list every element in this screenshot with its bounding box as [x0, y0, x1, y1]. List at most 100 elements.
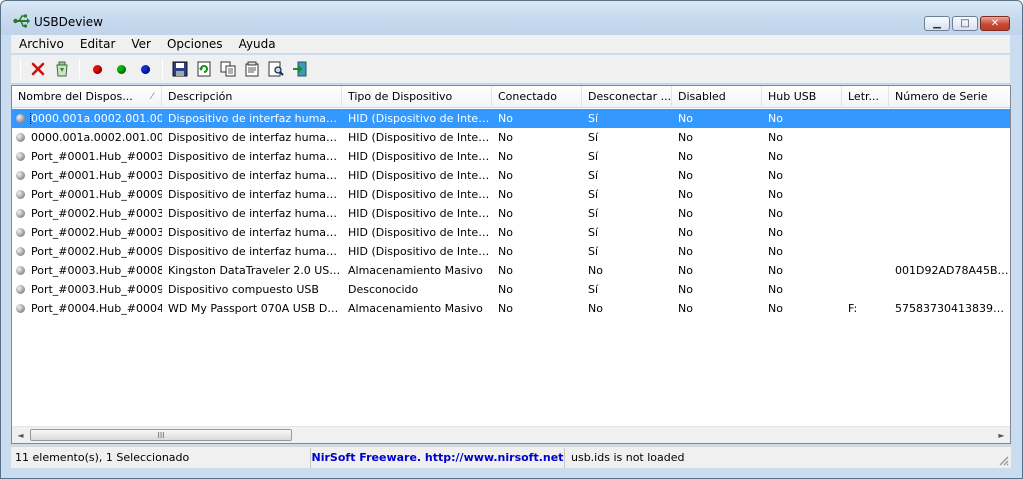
table-row[interactable]: Port_#0004.Hub_#0004 WD My Passport 070A … — [12, 299, 1010, 318]
recycle-icon[interactable] — [51, 58, 73, 80]
table-row[interactable]: 0000.001a.0002.001.00... Dispositivo de i… — [12, 128, 1010, 147]
cell-nombre: Port_#0002.Hub_#0003 — [12, 207, 162, 220]
column-header-letra[interactable]: Letr... — [842, 86, 889, 108]
cell-descripcion: Dispositivo de interfaz human... — [168, 150, 342, 163]
toolbar — [11, 55, 1010, 84]
menu-ayuda[interactable]: Ayuda — [231, 35, 284, 54]
cell-conectado: No — [498, 207, 513, 220]
cell-descripcion: Dispositivo de interfaz human... — [168, 207, 342, 220]
cell-desconectar: No — [588, 264, 603, 277]
cell-disabled: No — [678, 150, 693, 163]
cell-nombre: Port_#0003.Hub_#0008 — [12, 264, 162, 277]
minimize-button[interactable]: ▁ — [924, 16, 950, 31]
device-icon — [16, 152, 25, 161]
device-icon — [16, 266, 25, 275]
cell-hub-usb: No — [768, 302, 783, 315]
maximize-icon: □ — [960, 18, 970, 29]
cell-disabled: No — [678, 131, 693, 144]
column-header-disabled[interactable]: Disabled — [672, 86, 762, 108]
save-icon[interactable] — [169, 58, 191, 80]
device-icon — [16, 228, 25, 237]
cell-tipo: HID (Dispositivo de Inter... — [348, 150, 492, 163]
cell-hub-usb: No — [768, 112, 783, 125]
cell-disabled: No — [678, 112, 693, 125]
menu-opciones[interactable]: Opciones — [159, 35, 231, 54]
table-row[interactable]: Port_#0001.Hub_#0003 Dispositivo de inter… — [12, 147, 1010, 166]
cell-conectado: No — [498, 283, 513, 296]
toolbar-separator — [162, 59, 163, 79]
cell-descripcion: Dispositivo de interfaz human... — [168, 226, 342, 239]
cell-disabled: No — [678, 207, 693, 220]
toolbar-separator — [79, 59, 80, 79]
maximize-button[interactable]: □ — [952, 16, 978, 31]
cell-text: Port_#0002.Hub_#0009 — [31, 245, 162, 258]
horizontal-scrollbar[interactable]: ◄ III ► — [12, 426, 1010, 443]
column-header-desconectar[interactable]: Desconectar ... — [582, 86, 672, 108]
list-rows: 0000.001a.0002.001.00... Dispositivo de i… — [12, 109, 1010, 318]
cell-nombre: 0000.001a.0002.001.00... — [12, 112, 162, 125]
blue-dot-icon[interactable] — [134, 58, 156, 80]
table-row[interactable]: Port_#0001.Hub_#0003 Dispositivo de inter… — [12, 166, 1010, 185]
nirsoft-link[interactable]: NirSoft Freeware. http://www.nirsoft.net — [311, 447, 565, 468]
cell-text: Port_#0001.Hub_#0003 — [31, 169, 162, 182]
menu-ver[interactable]: Ver — [123, 35, 159, 54]
table-row[interactable]: Port_#0003.Hub_#0009 Dispositivo compuest… — [12, 280, 1010, 299]
find-icon[interactable] — [265, 58, 287, 80]
status-count: 11 elemento(s), 1 Seleccionado — [11, 447, 311, 468]
cell-disabled: No — [678, 226, 693, 239]
cell-hub-usb: No — [768, 207, 783, 220]
cell-hub-usb: No — [768, 169, 783, 182]
properties-icon[interactable] — [241, 58, 263, 80]
cell-text: Port_#0003.Hub_#0008 — [31, 264, 162, 277]
cell-descripcion: Dispositivo compuesto USB — [168, 283, 319, 296]
device-list[interactable]: Nombre del Dispos... ⁄ Descripción Tipo d… — [11, 85, 1011, 444]
menu-editar[interactable]: Editar — [72, 35, 124, 54]
red-dot-icon[interactable] — [86, 58, 108, 80]
cell-desconectar: Sí — [588, 226, 599, 239]
toolbar-separator — [20, 59, 21, 79]
device-icon — [16, 133, 25, 142]
cell-hub-usb: No — [768, 264, 783, 277]
column-header-serie[interactable]: Número de Serie — [889, 86, 1010, 108]
cell-tipo: HID (Dispositivo de Inter... — [348, 207, 492, 220]
cell-desconectar: Sí — [588, 207, 599, 220]
scroll-left-icon[interactable]: ◄ — [12, 427, 29, 443]
column-header-hub-usb[interactable]: Hub USB — [762, 86, 842, 108]
column-header-nombre[interactable]: Nombre del Dispos... ⁄ — [12, 86, 162, 108]
exit-icon[interactable] — [289, 58, 311, 80]
cell-hub-usb: No — [768, 131, 783, 144]
cell-letra: F: — [848, 302, 858, 315]
close-button[interactable]: ✕ — [980, 16, 1010, 31]
copy-icon[interactable] — [217, 58, 239, 80]
cell-disabled: No — [678, 245, 693, 258]
cell-text: Port_#0002.Hub_#0003 — [31, 207, 162, 220]
table-row[interactable]: Port_#0002.Hub_#0009 Dispositivo de inter… — [12, 242, 1010, 261]
resize-grip-icon[interactable] — [997, 454, 1009, 466]
cell-hub-usb: No — [768, 226, 783, 239]
cell-descripcion: Dispositivo de interfaz human... — [168, 245, 342, 258]
table-row[interactable]: Port_#0003.Hub_#0008 Kingston DataTravele… — [12, 261, 1010, 280]
cell-conectado: No — [498, 226, 513, 239]
table-row[interactable]: Port_#0001.Hub_#0009 Dispositivo de inter… — [12, 185, 1010, 204]
column-header-descripcion[interactable]: Descripción — [162, 86, 342, 108]
cell-nombre: Port_#0002.Hub_#0009 — [12, 245, 162, 258]
device-icon — [16, 247, 25, 256]
scroll-thumb[interactable]: III — [30, 429, 292, 441]
delete-icon[interactable] — [27, 58, 49, 80]
device-icon — [16, 114, 25, 123]
column-header-tipo[interactable]: Tipo de Dispositivo — [342, 86, 492, 108]
usb-icon — [13, 14, 30, 28]
table-row[interactable]: 0000.001a.0002.001.00... Dispositivo de i… — [12, 109, 1010, 128]
sort-indicator-icon: ⁄ — [151, 92, 153, 102]
refresh-icon[interactable] — [193, 58, 215, 80]
cell-conectado: No — [498, 131, 513, 144]
menu-archivo[interactable]: Archivo — [11, 35, 72, 54]
column-header-conectado[interactable]: Conectado — [492, 86, 582, 108]
device-icon — [16, 190, 25, 199]
title-bar[interactable]: USBDeview ▁ □ ✕ — [1, 1, 1022, 35]
table-row[interactable]: Port_#0002.Hub_#0003 Dispositivo de inter… — [12, 223, 1010, 242]
table-row[interactable]: Port_#0002.Hub_#0003 Dispositivo de inter… — [12, 204, 1010, 223]
green-dot-icon[interactable] — [110, 58, 132, 80]
device-icon — [16, 285, 25, 294]
scroll-right-icon[interactable]: ► — [993, 427, 1010, 443]
